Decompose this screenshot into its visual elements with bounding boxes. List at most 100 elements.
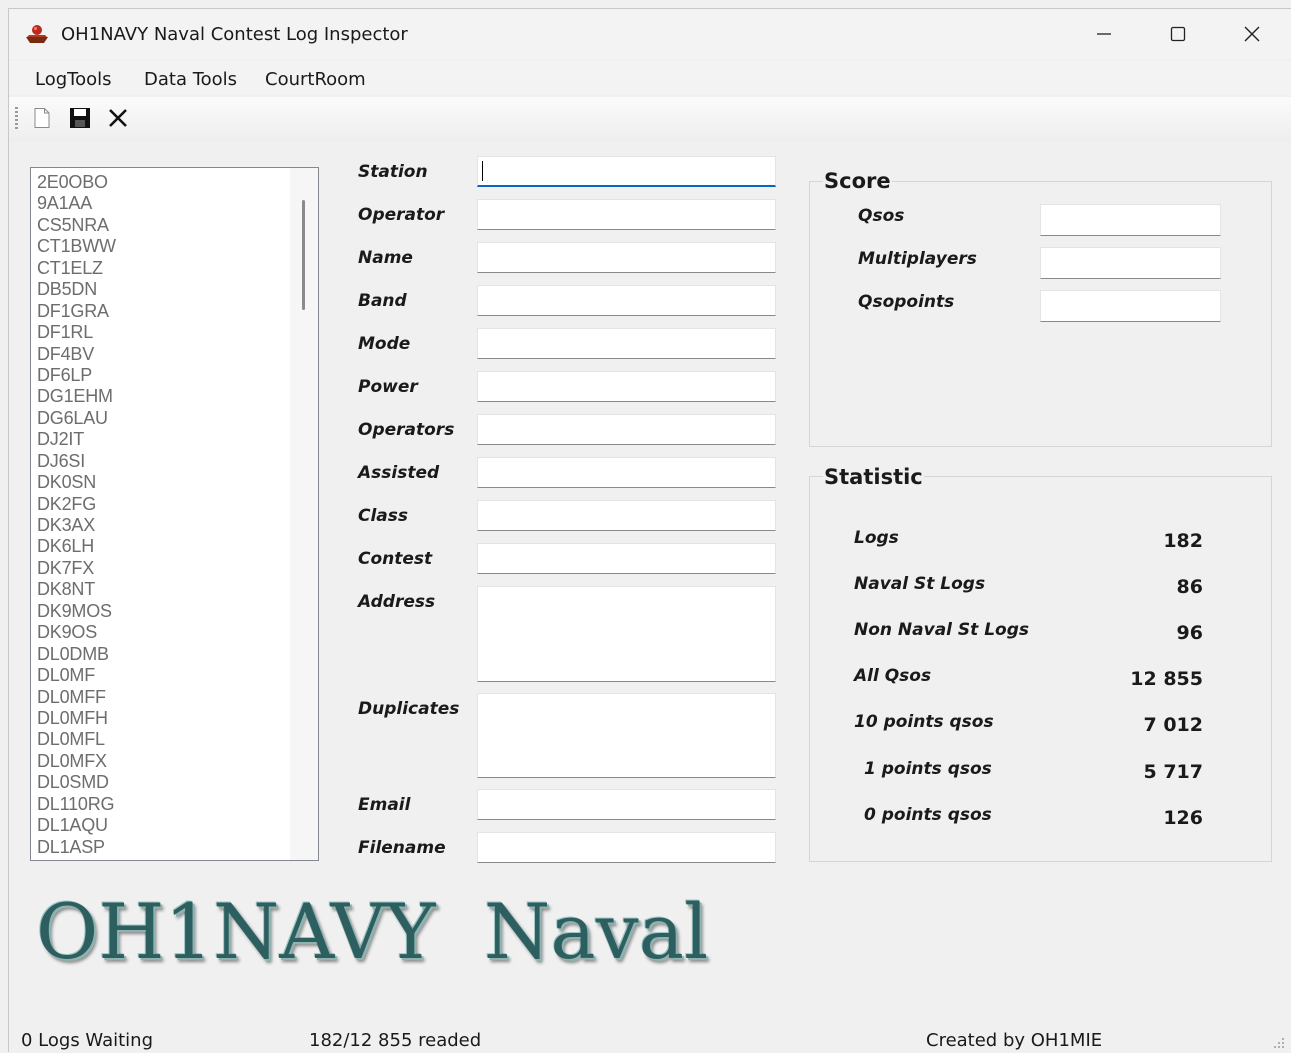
list-item[interactable]: DK8NT (37, 579, 116, 600)
stat-label-naval-st-logs: Naval St Logs (854, 574, 986, 594)
save-button[interactable] (67, 105, 93, 131)
list-item[interactable]: DL1ASP (37, 837, 116, 858)
status-bar: 0 Logs Waiting 182/12 855 readed Created… (9, 1027, 1291, 1053)
list-item[interactable]: CT1ELZ (37, 258, 116, 279)
station-list-items: 2E0OBO 9A1AA CS5NRA CT1BWW CT1ELZ DB5DN DF1GRA… (37, 172, 116, 858)
band-input[interactable] (477, 285, 776, 316)
label-station: Station (358, 162, 428, 182)
stat-value-all-qsos: 12 855 (1130, 668, 1203, 690)
menu-bar: LogTools Data Tools CourtRoom (9, 61, 1291, 95)
contest-input[interactable] (477, 543, 776, 574)
duplicates-textarea[interactable] (477, 693, 776, 778)
toolbar-grip[interactable] (15, 107, 18, 129)
qsopoints-input[interactable] (1040, 290, 1221, 322)
stat-label-all-qsos: All Qsos (854, 666, 932, 686)
app-icon (26, 25, 48, 43)
filename-input[interactable] (477, 832, 776, 863)
clear-button[interactable] (105, 105, 131, 131)
list-item[interactable]: DJ6SI (37, 451, 116, 472)
list-item[interactable]: DG1EHM (37, 386, 116, 407)
minimize-button[interactable] (1067, 9, 1141, 59)
stat-label-10-points-qsos: 10 points qsos (854, 712, 994, 732)
label-operators: Operators (358, 420, 455, 440)
assisted-input[interactable] (477, 457, 776, 488)
label-duplicates: Duplicates (358, 699, 460, 719)
list-item[interactable]: DK9OS (37, 622, 116, 643)
list-item[interactable]: DG6LAU (37, 408, 116, 429)
list-item[interactable]: DF1RL (37, 322, 116, 343)
status-logs-waiting: 0 Logs Waiting (21, 1030, 153, 1051)
operators-input[interactable] (477, 414, 776, 445)
list-item[interactable]: DL0MFL (37, 729, 116, 750)
menu-data-tools[interactable]: Data Tools (144, 69, 237, 90)
list-item[interactable]: DF4BV (37, 344, 116, 365)
list-item[interactable]: DL0MFH (37, 708, 116, 729)
stat-label-logs: Logs (854, 528, 899, 548)
stat-value-non-naval-st-logs: 96 (1176, 622, 1203, 644)
list-item[interactable]: DL110RG (37, 794, 116, 815)
list-item[interactable]: DL0SMD (37, 772, 116, 793)
statistic-title: Statistic (823, 465, 924, 489)
close-window-button[interactable] (1215, 9, 1289, 59)
label-assisted: Assisted (358, 463, 440, 483)
new-button[interactable] (29, 105, 55, 131)
maximize-button[interactable] (1141, 9, 1215, 59)
station-input[interactable] (477, 156, 776, 187)
multiplayers-input[interactable] (1040, 247, 1221, 279)
list-item[interactable]: DK6LH (37, 536, 116, 557)
list-item[interactable]: DK2FG (37, 494, 116, 515)
operator-input[interactable] (477, 199, 776, 230)
list-item[interactable]: 9A1AA (37, 193, 116, 214)
maximize-icon (1170, 26, 1186, 42)
menu-courtroom[interactable]: CourtRoom (265, 69, 366, 90)
list-item[interactable]: CT1BWW (37, 236, 116, 257)
label-contest: Contest (358, 549, 433, 569)
label-qsos: Qsos (858, 206, 905, 226)
label-multiplayers: Multiplayers (858, 249, 977, 269)
resize-grip-icon[interactable] (1271, 1035, 1285, 1049)
name-input[interactable] (477, 242, 776, 273)
power-input[interactable] (477, 371, 776, 402)
station-list[interactable]: 2E0OBO 9A1AA CS5NRA CT1BWW CT1ELZ DB5DN DF1GRA… (30, 167, 319, 861)
stat-value-0-points-qsos: 126 (1163, 807, 1203, 829)
email-input[interactable] (477, 789, 776, 820)
list-item[interactable]: CS5NRA (37, 215, 116, 236)
score-title: Score (823, 169, 892, 193)
qsos-input[interactable] (1040, 204, 1221, 236)
list-scrollbar[interactable] (290, 168, 318, 860)
label-qsopoints: Qsopoints (858, 292, 955, 312)
address-textarea[interactable] (477, 586, 776, 682)
label-filename: Filename (358, 838, 446, 858)
list-item[interactable]: DL0DMB (37, 644, 116, 665)
list-item[interactable]: DF1GRA (37, 301, 116, 322)
list-item[interactable]: DF6LP (37, 365, 116, 386)
logo-banner: OH1NAVY Naval (36, 887, 709, 976)
list-scrollbar-thumb[interactable] (302, 200, 305, 310)
list-item[interactable]: DL0MFX (37, 751, 116, 772)
class-input[interactable] (477, 500, 776, 531)
minimize-icon (1097, 33, 1111, 35)
app-window: OH1NAVY Naval Contest Log Inspector LogT… (8, 8, 1291, 1052)
mode-input[interactable] (477, 328, 776, 359)
list-item[interactable]: DJ2IT (37, 429, 116, 450)
list-item[interactable]: DK7FX (37, 558, 116, 579)
list-item[interactable]: DL0MFF (37, 687, 116, 708)
list-item[interactable]: DK0SN (37, 472, 116, 493)
stat-value-logs: 182 (1163, 530, 1203, 552)
list-item[interactable]: DL1AQU (37, 815, 116, 836)
title-bar[interactable]: OH1NAVY Naval Contest Log Inspector (9, 9, 1291, 59)
label-power: Power (358, 377, 418, 397)
save-icon (70, 108, 90, 128)
text-caret (482, 161, 483, 181)
list-item[interactable]: DB5DN (37, 279, 116, 300)
stat-value-naval-st-logs: 86 (1176, 576, 1203, 598)
stat-label-non-naval-st-logs: Non Naval St Logs (854, 620, 1030, 640)
list-item[interactable]: DL0MF (37, 665, 116, 686)
menu-logtools[interactable]: LogTools (35, 69, 112, 90)
list-item[interactable]: DK9MOS (37, 601, 116, 622)
close-icon (1244, 26, 1260, 42)
stat-value-1-points-qsos: 5 717 (1143, 761, 1204, 783)
label-address: Address (358, 592, 436, 612)
list-item[interactable]: 2E0OBO (37, 172, 116, 193)
list-item[interactable]: DK3AX (37, 515, 116, 536)
